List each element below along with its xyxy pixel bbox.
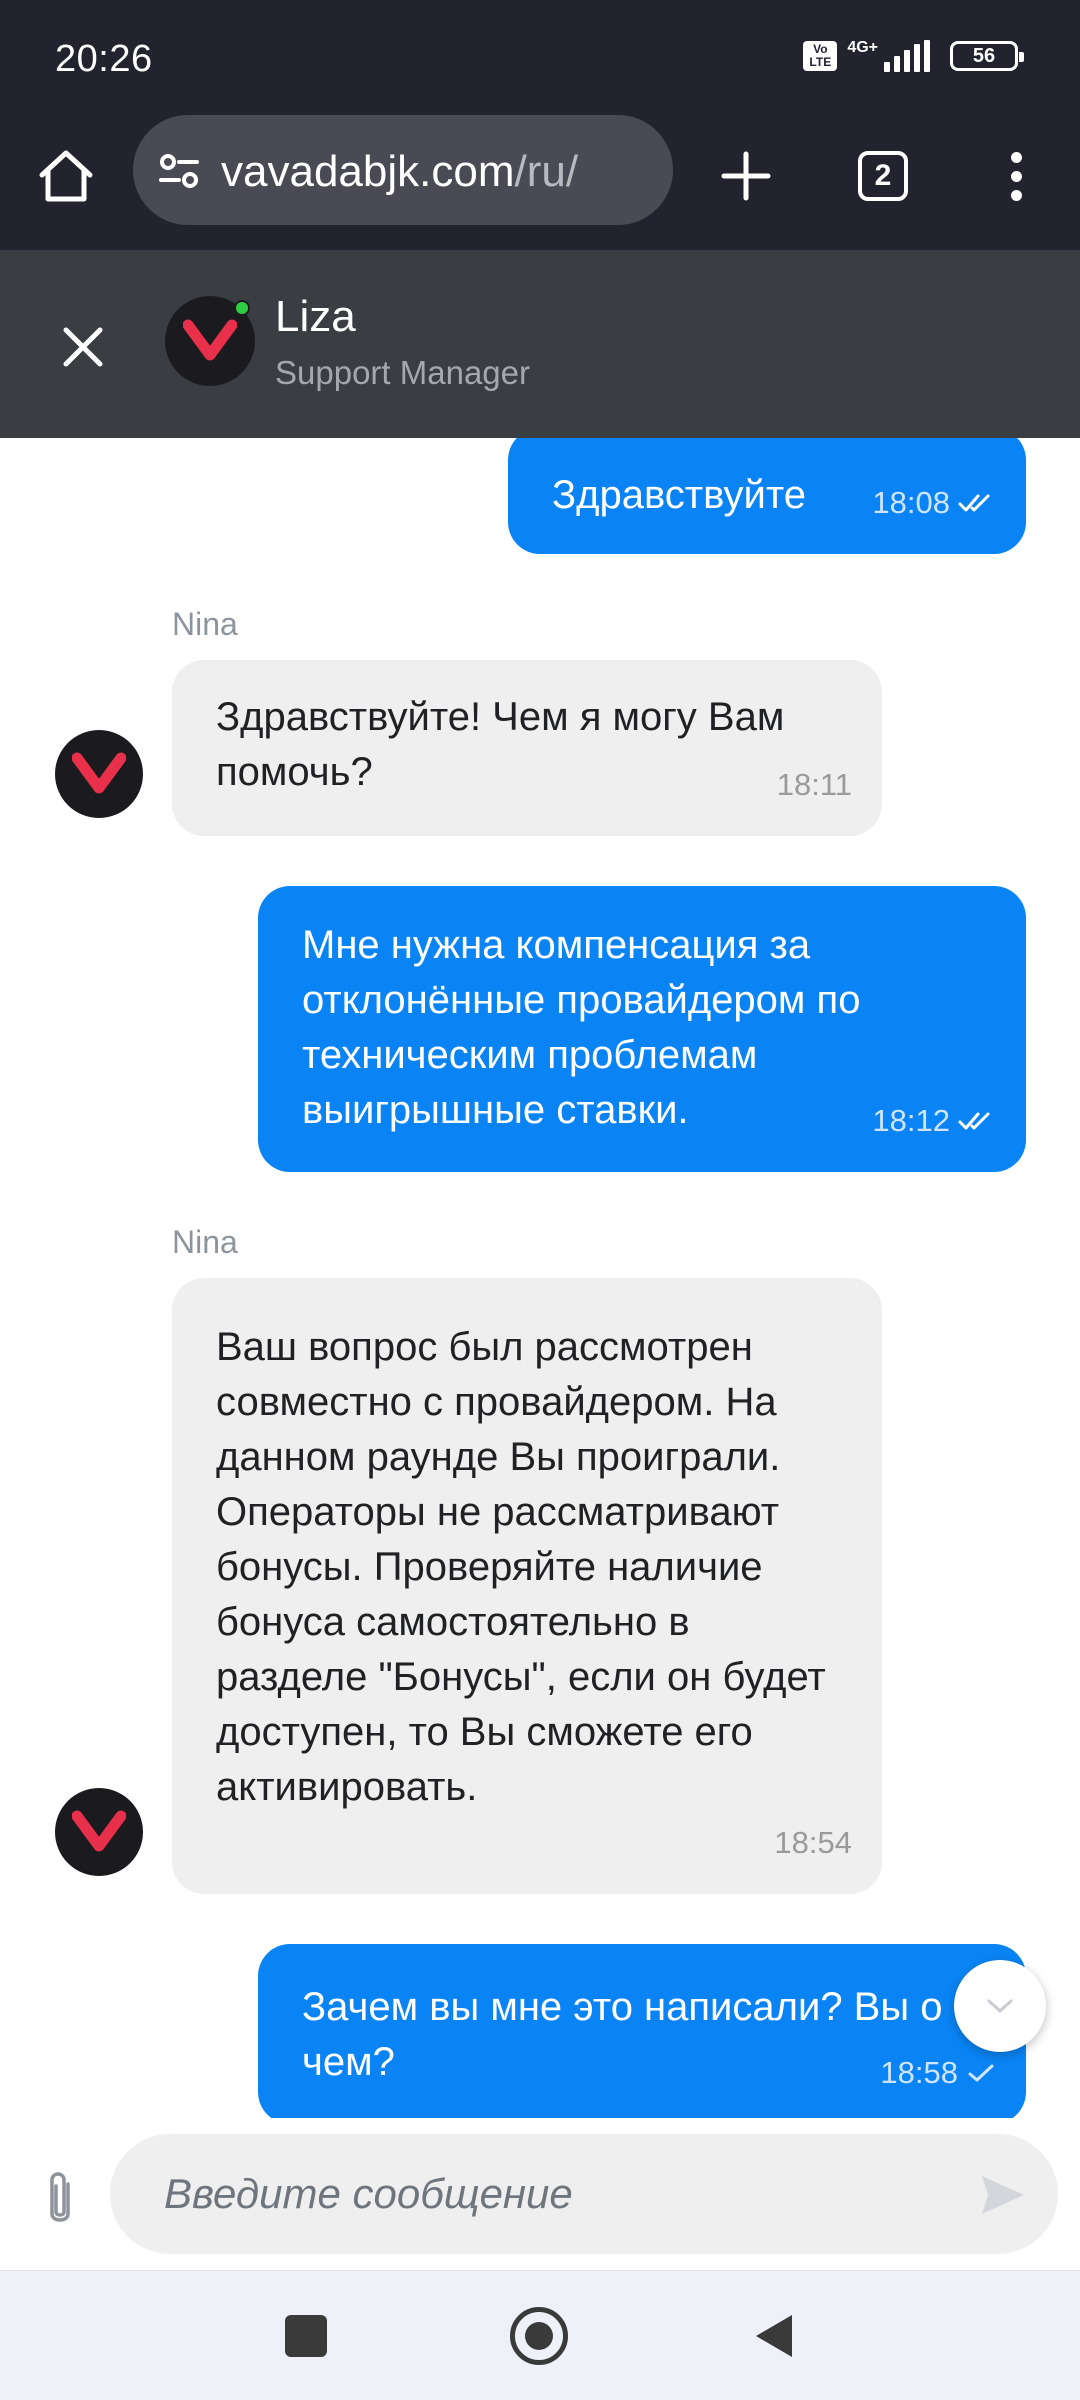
online-status-icon [234,300,250,316]
double-check-icon [958,1112,990,1129]
message-meta: 18:08 [872,475,996,530]
check-icon [968,2064,994,2081]
home-icon [39,150,93,202]
more-vert-icon [1010,151,1022,163]
message-time: 18:58 [880,2055,958,2090]
volte-icon: Vo LTE [803,41,838,71]
status-time: 20:26 [55,38,153,80]
message-time: 18:54 [774,1825,852,1860]
url-text[interactable]: vavadabjk.com/ru/ [221,147,578,197]
browser-toolbar: vavadabjk.com/ru/ 2 [0,115,1080,250]
tab-count: 2 [874,159,892,192]
back-button[interactable] [752,2313,794,2359]
vavada-logo-icon [72,752,126,794]
message-list[interactable]: Здравствуйте 18:08 Nina Здравствуйте! Че… [0,438,1080,2118]
system-navigation-bar [0,2270,1080,2400]
vavada-logo-icon [72,1810,126,1852]
new-tab-button[interactable] [710,140,782,212]
sender-name: Nina [172,606,238,642]
outgoing-message[interactable]: Зачем вы мне это написали? Вы о чем? 18:… [258,1944,1026,2118]
double-check-icon [958,494,990,511]
message-text: Здравствуйте! Чем я могу Вам помочь? [216,695,785,794]
message-meta: 18:54 [774,1815,852,1870]
message-text: Ваш вопрос был рассмотрен совместно с пр… [216,1325,826,1809]
message-text: Зачем вы мне это написали? Вы о чем? [302,1985,943,2084]
home-button[interactable] [30,140,102,212]
agent-avatar [55,730,143,818]
send-icon[interactable] [978,2170,1028,2220]
battery-level: 56 [972,44,996,67]
tune-icon[interactable] [155,147,203,195]
agent-avatar [55,1788,143,1876]
url-host: vavadabjk.com [221,147,515,196]
incoming-message[interactable]: Здравствуйте! Чем я могу Вам помочь? 18:… [172,660,882,836]
message-input[interactable] [164,2134,944,2254]
message-composer [0,2118,1080,2270]
message-input-container[interactable] [110,2134,1058,2254]
outgoing-message[interactable]: Мне нужна компенсация за отклонённые про… [258,886,1026,1172]
message-meta: 18:11 [777,757,852,812]
message-time: 18:08 [872,485,950,520]
message-meta: 18:12 [872,1093,996,1148]
chat-header: Liza Support Manager [0,250,1080,438]
close-icon[interactable] [48,312,118,382]
address-bar[interactable]: vavadabjk.com/ru/ [133,115,673,225]
agent-name: Liza [275,292,356,341]
plus-icon [721,151,771,201]
message-time: 18:11 [776,767,852,802]
tab-switcher-button[interactable]: 2 [847,140,919,212]
paperclip-icon[interactable] [30,2164,90,2234]
chevron-down-icon [987,1999,1013,2013]
home-circle-icon [525,2322,553,2350]
scroll-to-bottom-button[interactable] [954,1960,1046,2052]
vavada-logo-icon [183,319,237,361]
agent-avatar [165,296,255,386]
sender-name: Nina [172,1224,238,1260]
home-nav-button[interactable] [510,2307,568,2365]
signal-icon [884,40,930,72]
tabs-icon: 2 [858,151,908,201]
network-type: 4G+ [847,39,878,56]
url-path: /ru/ [514,147,579,196]
status-indicators: Vo LTE 4G+ 56 [803,39,1024,72]
message-meta: 18:58 [880,2045,996,2100]
battery-icon: 56 [950,41,1024,71]
message-time: 18:12 [872,1103,950,1138]
outgoing-message[interactable]: Здравствуйте 18:08 [508,438,1026,554]
recents-button[interactable] [285,2315,327,2357]
status-bar: 20:26 Vo LTE 4G+ 56 [0,0,1080,120]
agent-role: Support Manager [275,354,530,391]
incoming-message[interactable]: Ваш вопрос был рассмотрен совместно с пр… [172,1278,882,1894]
more-menu-button[interactable] [980,140,1052,212]
